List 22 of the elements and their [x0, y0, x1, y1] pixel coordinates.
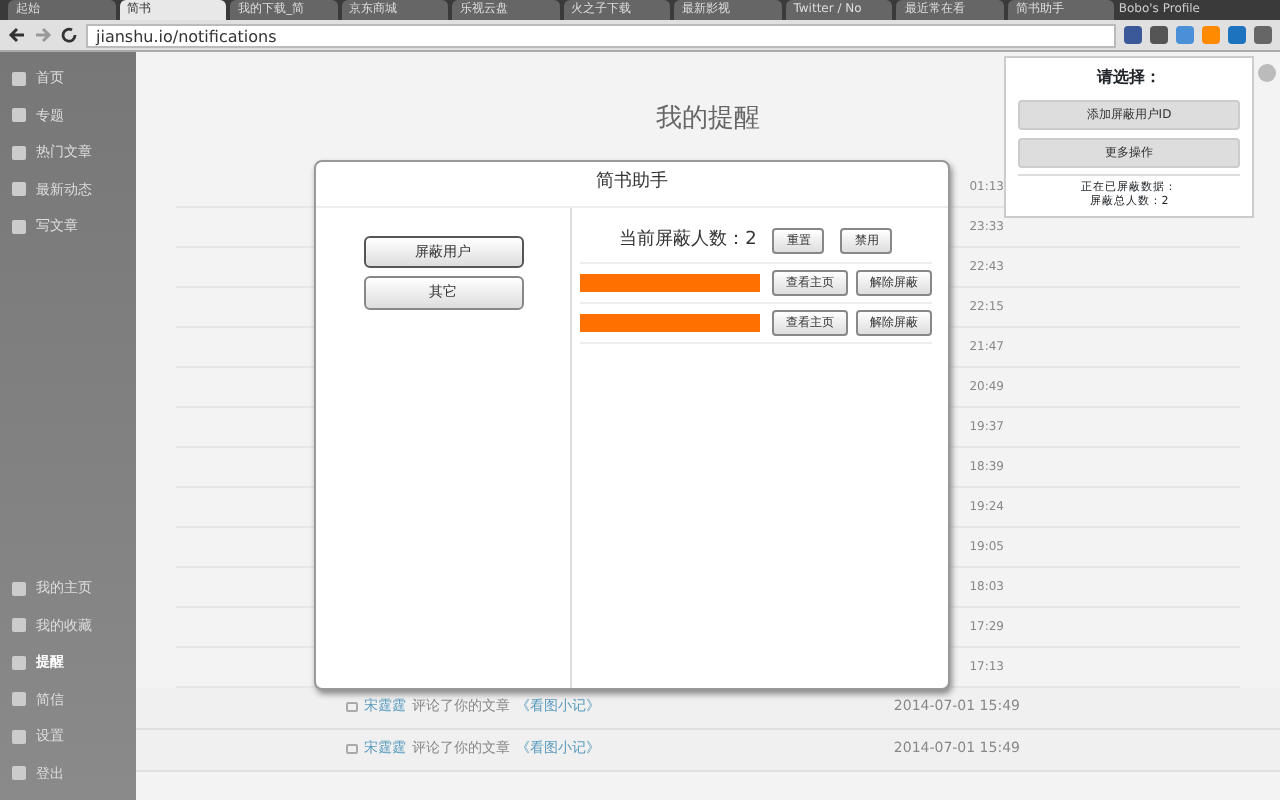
address-field[interactable]: jianshu.io/notifications	[86, 23, 1116, 47]
menu-item-icon	[12, 655, 26, 670]
comment-icon	[346, 744, 358, 754]
blocked-count: 当前屏蔽人数：2	[619, 227, 757, 253]
popup-title: 请选择：	[1094, 66, 1163, 90]
menu-item-icon	[12, 729, 26, 744]
menu-item-icon	[12, 581, 26, 596]
back-icon[interactable]	[8, 26, 26, 44]
menu-item-icon	[12, 71, 26, 86]
menu-item-icon	[12, 182, 26, 197]
menu-item-icon	[12, 766, 26, 781]
dialog-title: 简书助手	[316, 162, 948, 207]
forward-icon[interactable]	[34, 26, 52, 44]
avatar[interactable]	[1258, 64, 1276, 82]
menu-item-icon	[12, 219, 26, 234]
page-title: 我的提醒	[656, 102, 760, 138]
menu-item-icon	[12, 618, 26, 633]
menu-item-icon	[12, 108, 26, 123]
reload-icon[interactable]	[60, 26, 78, 44]
comment-icon	[346, 702, 358, 712]
menu-item-icon	[12, 145, 26, 160]
menu-item-icon	[12, 692, 26, 707]
